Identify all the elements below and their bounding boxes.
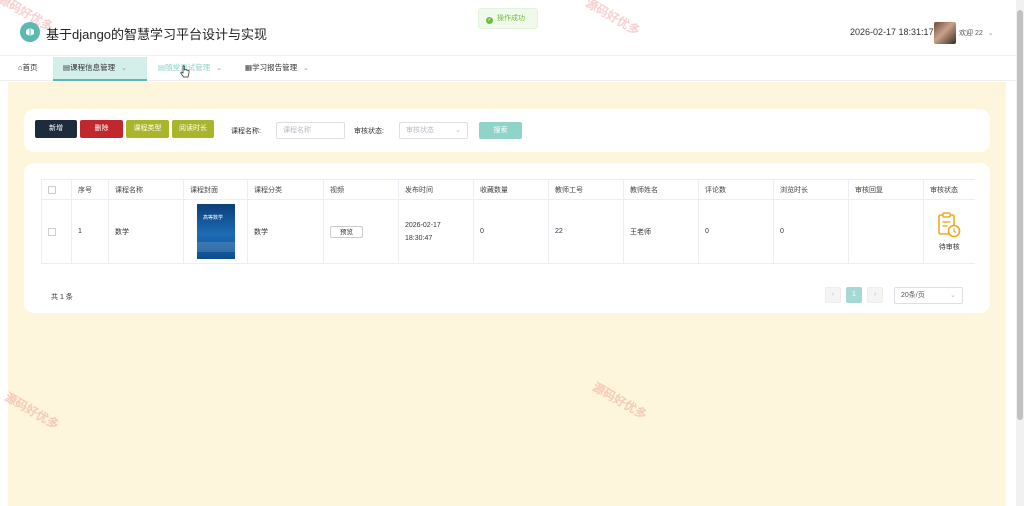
course-type-button[interactable]: 课程类型 [126, 120, 169, 138]
scrollbar-thumb[interactable] [1017, 10, 1023, 420]
nav-home[interactable]: ⌂首页 [18, 57, 38, 81]
cell-comments: 0 [698, 199, 774, 264]
table-row[interactable]: 1 数学 高等数学 数学 预览 2026-02-17 18:30:47 0 22… [41, 199, 975, 264]
chevron-left-icon: ‹ [831, 291, 835, 298]
delete-button[interactable]: 删除 [80, 120, 123, 138]
audit-status-text: 待审核 [938, 243, 960, 251]
search-button[interactable]: 搜索 [479, 122, 522, 139]
nav-report-label: 学习报告管理 [252, 63, 298, 72]
chevron-down-icon: ⌄ [303, 65, 309, 72]
vertical-scrollbar[interactable] [1016, 0, 1024, 506]
user-menu[interactable]: 欢迎 22 ⌄ [959, 28, 994, 38]
cell-favorites: 0 [473, 199, 549, 264]
header: 基于django的智慧学习平台设计与实现 ✓ 操作成功 2026-02-17 18… [0, 0, 1016, 56]
course-table: 序号 课程名称 课程封面 课程分类 视频 发布时间 收藏数量 教师工号 教师姓名… [41, 179, 975, 264]
column-header: 收藏数量 [473, 179, 549, 200]
chevron-down-icon: ⌄ [987, 30, 994, 37]
success-toast: ✓ 操作成功 [478, 8, 538, 29]
column-header: 序号 [71, 179, 109, 200]
cell-course-name: 数学 [108, 199, 184, 264]
search-card: 新增 删除 课程类型 阅读时长 课程名称: 课程名称 审核状态: 审核状态 ⌄ … [24, 109, 990, 152]
prev-page-button[interactable]: ‹ [825, 287, 841, 303]
column-header: 课程分类 [247, 179, 324, 200]
avatar[interactable] [934, 22, 956, 44]
chevron-down-icon: ⌄ [455, 127, 461, 134]
column-header: 审核状态 [923, 179, 975, 200]
chevron-down-icon: ⌄ [216, 65, 222, 72]
cell-audit-status[interactable]: 待审核 [923, 199, 975, 264]
row-select-cell [41, 199, 72, 264]
cell-video: 预览 [323, 199, 399, 264]
course-name-label: 课程名称: [231, 128, 261, 135]
toast-message: 操作成功 [497, 15, 525, 22]
course-name-input[interactable]: 课程名称 [276, 122, 345, 139]
column-header: 教师工号 [548, 179, 624, 200]
audit-status-placeholder: 审核状态 [406, 127, 434, 134]
current-datetime: 2026-02-17 18:31:17 [850, 27, 934, 37]
cell-cover: 高等数学 [183, 199, 248, 264]
app-title: 基于django的智慧学习平台设计与实现 [46, 27, 268, 42]
nav-report[interactable]: ▦学习报告管理 ⌄ [245, 57, 309, 81]
column-header: 视频 [323, 179, 399, 200]
page-size-select[interactable]: 20条/页 ⌄ [894, 287, 963, 304]
watermark: 源码好优多 [590, 379, 650, 422]
column-header: 教师姓名 [623, 179, 699, 200]
hand-cursor-icon [180, 65, 190, 78]
check-icon: ✓ [486, 17, 493, 24]
cell-category: 数学 [247, 199, 324, 264]
page-size-value: 20条/页 [901, 292, 925, 299]
pending-review-icon [938, 211, 961, 237]
cell-teacher-id: 22 [548, 199, 624, 264]
nav-course-info[interactable]: ▤课程信息管理 ⌄ [53, 57, 147, 81]
main-content: 源码好优多 源码好优多 新增 删除 课程类型 阅读时长 课程名称: 课程名称 审… [2, 82, 1006, 506]
column-header: 课程名称 [108, 179, 184, 200]
table-card: 序号 课程名称 课程封面 课程分类 视频 发布时间 收藏数量 教师工号 教师姓名… [24, 163, 990, 313]
nav-home-label: 首页 [22, 63, 38, 72]
column-header: 浏览时长 [773, 179, 849, 200]
add-button[interactable]: 新增 [35, 120, 77, 138]
select-all-cell [41, 179, 72, 200]
read-duration-button[interactable]: 阅读时长 [172, 120, 214, 138]
cell-view-duration: 0 [773, 199, 849, 264]
column-header: 审核回复 [848, 179, 924, 200]
chevron-down-icon: ⌄ [121, 65, 127, 72]
nav-course-info-label: 课程信息管理 [70, 63, 116, 72]
page-number-button[interactable]: 1 [846, 287, 862, 303]
preview-video-button[interactable]: 预览 [330, 225, 363, 238]
welcome-text: 欢迎 22 [959, 30, 983, 37]
top-nav: ⌂首页 ▤课程信息管理 ⌄ ▤随堂测试管理 ⌄ ▦学习报告管理 ⌄ [0, 57, 1016, 81]
cell-teacher-name: 王老师 [623, 199, 699, 264]
column-header: 评论数 [698, 179, 774, 200]
watermark: 源码好优多 [2, 389, 62, 432]
cell-index: 1 [71, 199, 109, 264]
column-header: 发布时间 [398, 179, 474, 200]
next-page-button[interactable]: › [867, 287, 883, 303]
audit-status-select[interactable]: 审核状态 ⌄ [399, 122, 468, 139]
total-count: 共 1 条 [51, 294, 73, 301]
chevron-down-icon: ⌄ [950, 292, 956, 299]
cell-audit-reply [848, 199, 924, 264]
chevron-right-icon: › [873, 291, 877, 298]
audit-status-label: 审核状态: [354, 128, 384, 135]
cell-publish-time: 2026-02-17 18:30:47 [398, 199, 474, 264]
column-header: 课程封面 [183, 179, 248, 200]
table-header-row: 序号 课程名称 课程封面 课程分类 视频 发布时间 收藏数量 教师工号 教师姓名… [41, 179, 975, 200]
row-checkbox[interactable] [48, 227, 56, 236]
cover-title: 高等数学 [203, 215, 224, 221]
select-all-checkbox[interactable] [48, 185, 56, 194]
course-cover-image[interactable]: 高等数学 [197, 204, 235, 259]
